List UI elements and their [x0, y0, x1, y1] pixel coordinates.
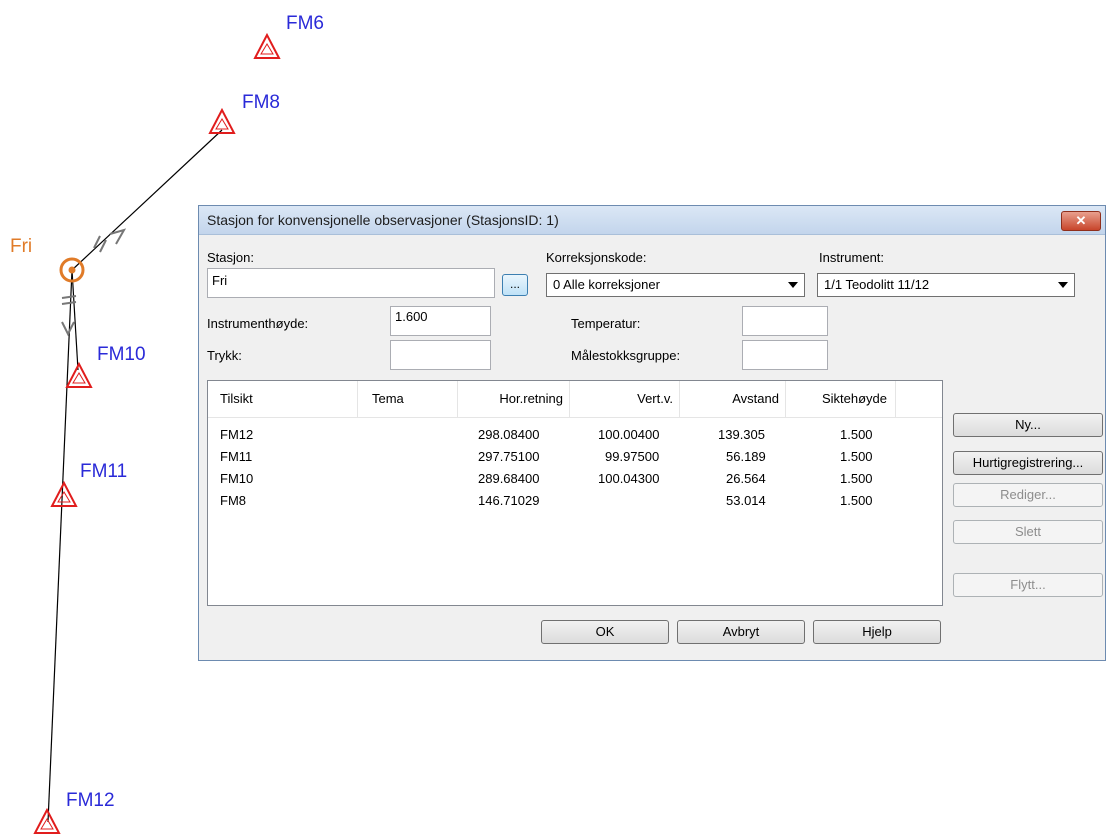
point-label-fm12: FM12 [66, 790, 115, 811]
cell-hor-retning: 297.75100 [478, 449, 540, 464]
point-label-fm10: FM10 [97, 344, 146, 365]
cell-siktehoyde: 1.500 [840, 449, 873, 464]
temperatur-input[interactable] [742, 306, 828, 336]
browse-button[interactable]: ... [502, 274, 528, 296]
ok-button[interactable]: OK [541, 620, 669, 644]
stasjon-label: Stasjon: [207, 250, 254, 265]
close-button[interactable]: ✕ [1061, 211, 1101, 231]
column-header-siktehoyde[interactable]: Siktehøyde [786, 381, 896, 417]
instrumenthoyde-label: Instrumenthøyde: [207, 316, 309, 331]
table-row[interactable]: FM11 297.75100 99.97500 56.189 1.500 [208, 449, 908, 471]
cell-avstand: 26.564 [726, 471, 766, 486]
table-row[interactable]: FM12 298.08400 100.00400 139.305 1.500 [208, 427, 908, 449]
cell-tilsikt: FM11 [220, 449, 253, 464]
malestokk-input[interactable] [742, 340, 828, 370]
cell-vert-v: 99.97500 [605, 449, 660, 464]
triangle-icon-fm8 [208, 107, 236, 134]
instrument-label: Instrument: [819, 250, 885, 265]
column-header-tema[interactable]: Tema [358, 381, 458, 417]
hjelp-button[interactable]: Hjelp [813, 620, 941, 644]
table-row[interactable]: FM10 289.68400 100.04300 26.564 1.500 [208, 471, 908, 493]
flytt-button[interactable]: Flytt... [953, 573, 1103, 597]
cell-tilsikt: FM10 [220, 471, 254, 486]
cell-hor-retning: 146.71029 [478, 493, 540, 508]
hurtigregistrering-button[interactable]: Hurtigregistrering... [953, 451, 1103, 475]
station-label-fri: Fri [10, 236, 33, 257]
trykk-input[interactable] [390, 340, 491, 370]
triangle-icon-fm6 [253, 32, 281, 59]
cell-hor-retning: 298.08400 [478, 427, 540, 442]
cell-avstand: 53.014 [726, 493, 766, 508]
cell-siktehoyde: 1.500 [840, 427, 873, 442]
column-header-avstand[interactable]: Avstand [680, 381, 786, 417]
list-header: Tilsikt Tema Hor.retning Vert.v. Avstand… [208, 381, 942, 418]
korreksjonskode-value: 0 Alle korreksjoner [553, 277, 660, 292]
cell-hor-retning: 289.68400 [478, 471, 540, 486]
cell-tilsikt: FM8 [220, 493, 246, 508]
cell-vert-v: 100.00400 [598, 427, 660, 442]
cell-avstand: 56.189 [726, 449, 766, 464]
dialog-title: Stasjon for konvensjonelle observasjoner… [207, 212, 559, 228]
avbryt-button[interactable]: Avbryt [677, 620, 805, 644]
table-row[interactable]: FM8 146.71029 53.014 1.500 [208, 493, 908, 515]
dialog-titlebar[interactable]: Stasjon for konvensjonelle observasjoner… [199, 206, 1105, 235]
point-label-fm6: FM6 [286, 13, 324, 34]
temperatur-label: Temperatur: [571, 316, 641, 331]
point-label-fm11: FM11 [80, 461, 128, 482]
point-label-fm8: FM8 [242, 92, 280, 113]
line-fri-fm10 [71, 269, 79, 371]
triangle-icon-fm11 [50, 480, 78, 507]
instrumenthoyde-input[interactable]: 1.600 [390, 306, 491, 336]
cell-siktehoyde: 1.500 [840, 493, 873, 508]
instrument-select[interactable]: 1/1 Teodolitt 11/12 [817, 273, 1075, 297]
column-header-tilsikt[interactable]: Tilsikt [208, 381, 358, 417]
column-header-vert-v[interactable]: Vert.v. [570, 381, 680, 417]
triangle-icon-fm12 [33, 807, 61, 834]
triangle-icon-fm10 [65, 361, 93, 388]
korreksjonskode-select[interactable]: 0 Alle korreksjoner [546, 273, 805, 297]
trykk-label: Trykk: [207, 348, 242, 363]
cell-siktehoyde: 1.500 [840, 471, 873, 486]
cell-vert-v: 100.04300 [598, 471, 660, 486]
instrument-value: 1/1 Teodolitt 11/12 [824, 277, 930, 292]
cell-avstand: 139.305 [718, 427, 765, 442]
observations-list[interactable]: Tilsikt Tema Hor.retning Vert.v. Avstand… [207, 380, 943, 606]
ny-button[interactable]: Ny... [953, 413, 1103, 437]
rediger-button[interactable]: Rediger... [953, 483, 1103, 507]
slett-button[interactable]: Slett [953, 520, 1103, 544]
korreksjonskode-label: Korreksjonskode: [546, 250, 647, 265]
station-dialog: Stasjon for konvensjonelle observasjoner… [198, 205, 1106, 661]
traverse-lines [47, 129, 223, 823]
column-header-hor-retning[interactable]: Hor.retning [458, 381, 570, 417]
line-fri-fm12 [47, 269, 73, 823]
malestokk-label: Målestokksgruppe: [571, 348, 681, 363]
chevron-down-icon [1058, 282, 1068, 288]
chevron-down-icon [788, 282, 798, 288]
stasjon-input[interactable]: Fri [207, 268, 495, 298]
cell-tilsikt: FM12 [220, 427, 254, 442]
